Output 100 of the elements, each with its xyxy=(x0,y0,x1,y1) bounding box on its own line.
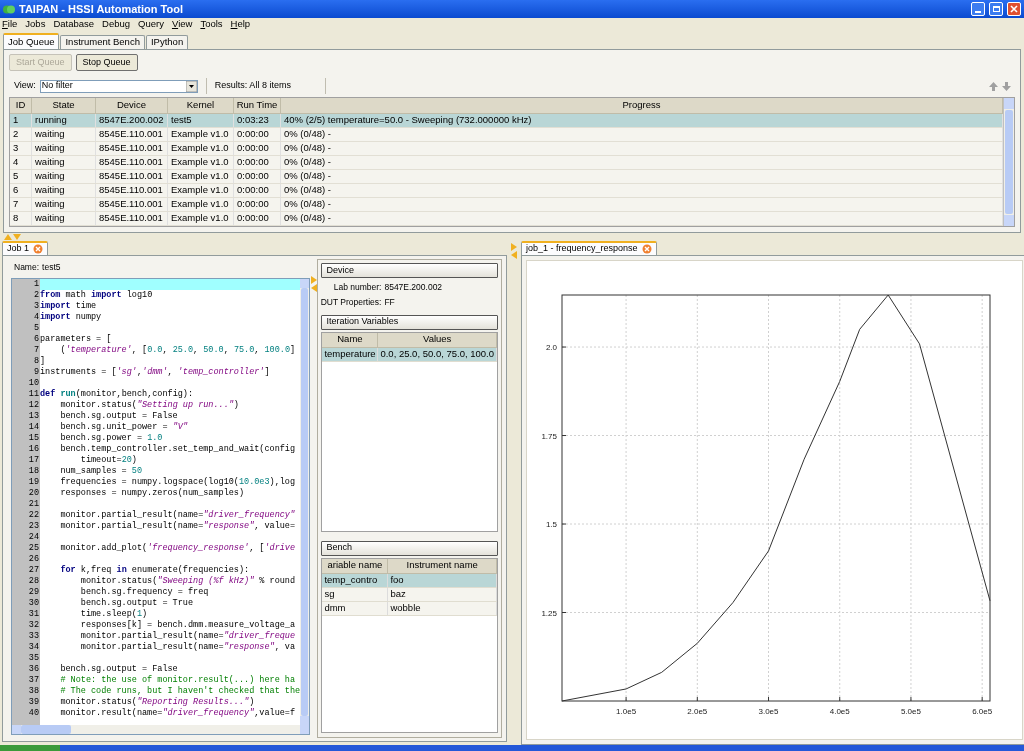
line-number: 9 xyxy=(12,367,40,378)
table-cell: 8547E.200.002 xyxy=(96,114,168,127)
field-value: 8547E.200.002 xyxy=(384,281,443,294)
line-number: 35 xyxy=(12,653,40,664)
line-number: 36 xyxy=(12,664,40,675)
table-cell: waiting xyxy=(32,212,96,225)
table-cell: sg xyxy=(322,587,389,601)
name-value: test5 xyxy=(42,260,61,274)
move-up-icon[interactable] xyxy=(989,81,998,91)
table-row[interactable]: 6 waiting 8545E.110.001 Example v1.0 0:00:00 0% (0/48) - xyxy=(10,184,1003,198)
column-header[interactable]: Name xyxy=(322,332,379,347)
line-number: 6 xyxy=(12,334,40,345)
line-number: 14 xyxy=(12,422,40,433)
tab[interactable]: Job 1 xyxy=(2,241,49,255)
line-number: 30 xyxy=(12,598,40,609)
table-cell: 0:00:00 xyxy=(234,128,281,141)
line-number: 3 xyxy=(12,301,40,312)
column-header[interactable]: Device xyxy=(96,98,168,113)
line-number: 26 xyxy=(12,554,40,565)
maximize-button[interactable] xyxy=(989,2,1003,16)
table-cell: baz xyxy=(388,587,497,601)
column-header[interactable]: State xyxy=(32,98,96,113)
x-tick-label: 1.0e5 xyxy=(616,707,637,716)
move-down-icon[interactable] xyxy=(1002,81,1011,91)
line-number: 19 xyxy=(12,477,40,488)
tab[interactable]: job_1 - frequency_response xyxy=(521,241,657,255)
code-editor[interactable] xyxy=(11,278,311,735)
queue-button[interactable]: Stop Queue xyxy=(75,54,138,71)
y-tick-label: 1.25 xyxy=(541,608,557,618)
table-cell: 8545E.110.001 xyxy=(96,212,168,225)
line-number: 38 xyxy=(12,686,40,697)
view-dropdown[interactable]: No filter xyxy=(39,79,198,93)
table-cell: wobble xyxy=(388,601,497,615)
table-cell: Example v1.0 xyxy=(168,156,234,169)
table-row[interactable]: 2 waiting 8545E.110.001 Example v1.0 0:00:00 0% (0/48) - xyxy=(10,128,1003,142)
menu-item[interactable]: Query xyxy=(138,17,164,32)
line-number: 25 xyxy=(12,543,40,554)
tab[interactable]: Instrument Bench xyxy=(60,35,145,49)
section-header: Device xyxy=(321,263,498,278)
tab[interactable]: Job Queue xyxy=(3,33,60,49)
line-number: 40 xyxy=(12,708,40,719)
line-number-gutter xyxy=(12,719,40,725)
column-header[interactable]: Run Time xyxy=(234,98,281,113)
scrollbar[interactable] xyxy=(300,279,310,725)
table-cell: Example v1.0 xyxy=(168,128,234,141)
table-cell: 7 xyxy=(10,198,32,211)
table-cell: 1 xyxy=(10,114,32,127)
table-row[interactable]: 8 waiting 8545E.110.001 Example v1.0 0:00:00 0% (0/48) - xyxy=(10,212,1003,226)
column-header[interactable]: Kernel xyxy=(168,98,234,113)
menu-item[interactable]: File xyxy=(2,17,18,32)
table-row[interactable]: 4 waiting 8545E.110.001 Example v1.0 0:00:00 0% (0/48) - xyxy=(10,156,1003,170)
menu-item[interactable]: Help xyxy=(230,17,251,32)
tab[interactable]: IPython xyxy=(145,35,189,49)
table-cell: waiting xyxy=(32,142,96,155)
section-header: Iteration Variables xyxy=(321,314,498,330)
close-button[interactable] xyxy=(1007,2,1021,16)
close-icon[interactable] xyxy=(641,244,652,254)
table-cell: 0:00:00 xyxy=(234,170,281,183)
line-number: 34 xyxy=(12,642,40,653)
close-icon[interactable] xyxy=(33,244,44,254)
table-cell: waiting xyxy=(32,128,96,141)
menu-item[interactable]: View xyxy=(171,17,193,32)
table-row[interactable]: 5 waiting 8545E.110.001 Example v1.0 0:00:00 0% (0/48) - xyxy=(10,170,1003,184)
x-tick-label: 6.0e5 xyxy=(972,707,993,716)
line-number: 21 xyxy=(12,499,40,510)
dropdown-arrow-icon xyxy=(185,80,197,92)
table-row[interactable]: 7 waiting 8545E.110.001 Example v1.0 0:00:00 0% (0/48) - xyxy=(10,198,1003,212)
x-tick-label: 3.0e5 xyxy=(758,707,779,716)
column-header[interactable]: Values xyxy=(378,332,497,347)
table-row[interactable]: 1 running 8547E.200.002 test5 0:03:23 40% (2/5) temperature=50.0 - Sweeping (732.000000 kHz) xyxy=(10,114,1003,128)
line-number: 23 xyxy=(12,521,40,532)
line-number: 31 xyxy=(12,609,40,620)
table-cell: temp_contro xyxy=(322,573,389,587)
column-header[interactable]: ID xyxy=(10,98,32,113)
table-cell: 5 xyxy=(10,170,32,183)
scrollbar[interactable] xyxy=(12,725,310,734)
minimize-button[interactable] xyxy=(971,2,985,16)
table-cell: waiting xyxy=(32,184,96,197)
line-number: 1 xyxy=(12,279,40,290)
menu-item[interactable]: Debug xyxy=(102,17,131,32)
menu-item[interactable]: Tools xyxy=(200,17,223,32)
table-cell: Example v1.0 xyxy=(168,198,234,211)
scrollbar[interactable] xyxy=(1003,98,1014,226)
table-cell: Example v1.0 xyxy=(168,212,234,225)
table-cell: 0:00:00 xyxy=(234,184,281,197)
table-cell: running xyxy=(32,114,96,127)
table-row[interactable]: 3 waiting 8545E.110.001 Example v1.0 0:00:00 0% (0/48) - xyxy=(10,142,1003,156)
column-header[interactable]: ariable name xyxy=(322,558,389,573)
table-cell: waiting xyxy=(32,156,96,169)
menu-item[interactable]: Jobs xyxy=(25,17,46,32)
line-number: 32 xyxy=(12,620,40,631)
table-cell: 8545E.110.001 xyxy=(96,128,168,141)
table-cell: 8545E.110.001 xyxy=(96,170,168,183)
start-button[interactable] xyxy=(0,745,60,751)
line-number: 39 xyxy=(12,697,40,708)
column-header[interactable]: Instrument name xyxy=(388,558,497,573)
menu-item[interactable]: Database xyxy=(53,17,95,32)
y-tick-label: 2.0 xyxy=(545,343,557,353)
line-number: 16 xyxy=(12,444,40,455)
line-number: 24 xyxy=(12,532,40,543)
